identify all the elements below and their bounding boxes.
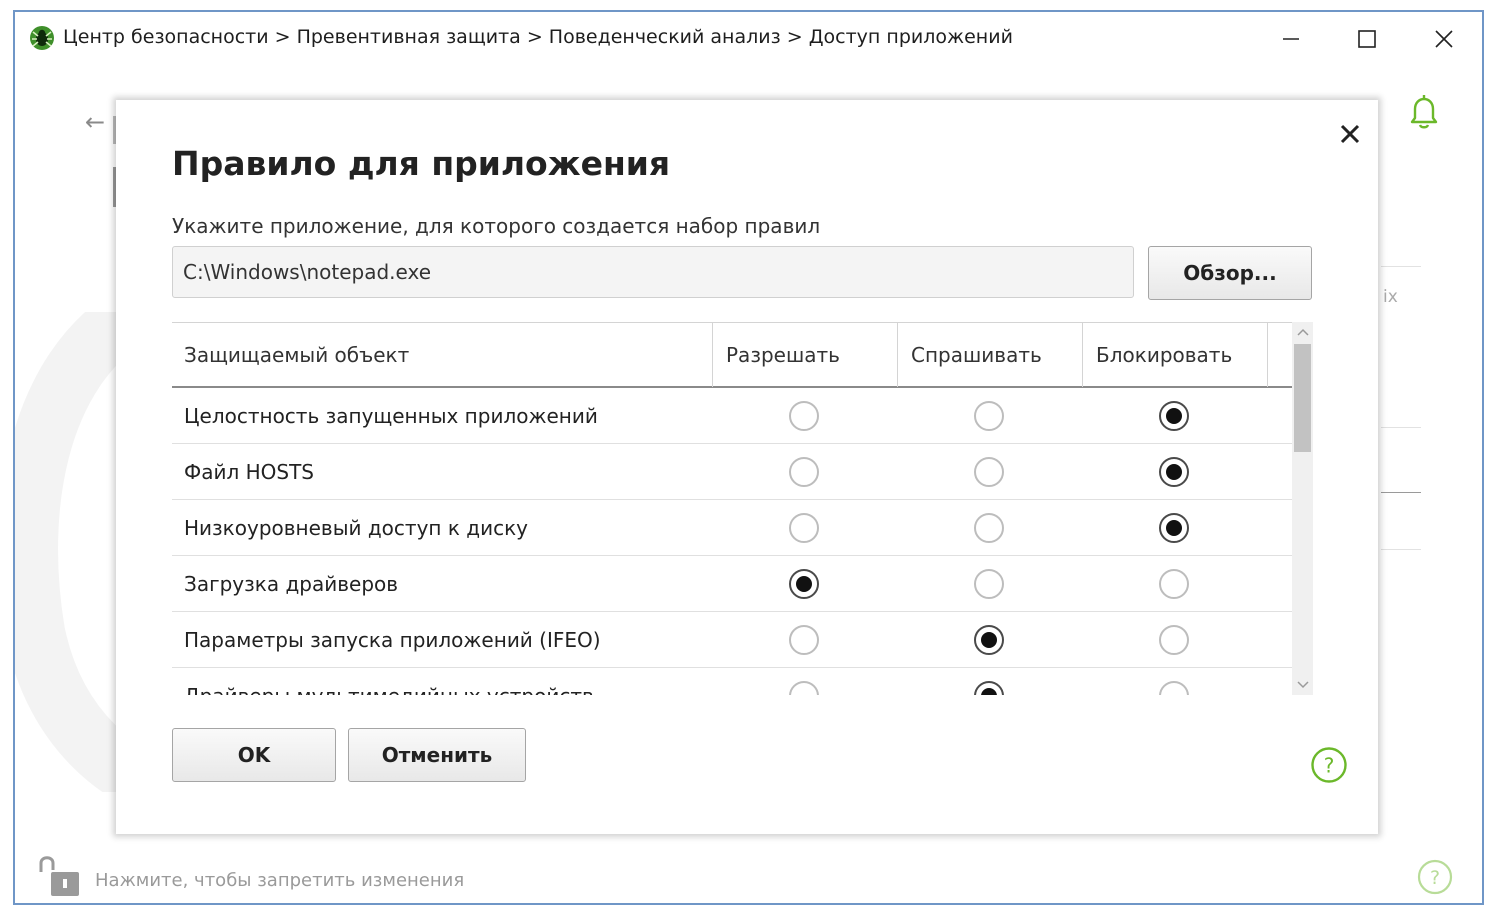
- maximize-icon: [1358, 30, 1376, 48]
- table-scrollbar[interactable]: [1292, 322, 1313, 695]
- radio-allow[interactable]: [789, 401, 819, 431]
- table-row: Низкоуровневый доступ к диску: [172, 500, 1292, 556]
- row-object-label: Параметры запуска приложений (IFEO): [184, 628, 601, 652]
- application-path-input[interactable]: [172, 246, 1134, 298]
- close-icon: [1340, 124, 1360, 144]
- rules-table: Защищаемый объект Разрешать Спрашивать Б…: [172, 322, 1313, 695]
- radio-allow[interactable]: [789, 681, 819, 695]
- maximize-button[interactable]: [1347, 22, 1387, 56]
- background-partial-text: іх: [1383, 287, 1398, 307]
- scroll-down-button[interactable]: [1292, 675, 1313, 695]
- radio-block[interactable]: [1159, 625, 1189, 655]
- application-rule-dialog: Правило для приложения Укажите приложени…: [116, 100, 1378, 834]
- svg-text:?: ?: [1324, 754, 1335, 778]
- radio-ask[interactable]: [974, 513, 1004, 543]
- cancel-button[interactable]: Отменить: [348, 728, 526, 782]
- row-object-label: Драйверы мультимедийных устройств: [184, 668, 594, 695]
- chevron-up-icon: [1296, 328, 1309, 336]
- ok-button[interactable]: OK: [172, 728, 336, 782]
- background-divider: [1381, 492, 1421, 493]
- close-window-button[interactable]: [1424, 22, 1464, 56]
- column-header-allow: Разрешать: [726, 343, 840, 367]
- table-row: Загрузка драйверов: [172, 556, 1292, 612]
- scrollbar-thumb[interactable]: [1294, 344, 1311, 452]
- column-header-block: Блокировать: [1096, 343, 1233, 367]
- radio-ask[interactable]: [974, 681, 1004, 695]
- dialog-subtitle: Укажите приложение, для которого создает…: [172, 214, 821, 238]
- chevron-down-icon: [1296, 681, 1309, 689]
- radio-allow[interactable]: [789, 569, 819, 599]
- scroll-up-button[interactable]: [1292, 322, 1313, 342]
- radio-block[interactable]: [1159, 401, 1189, 431]
- column-header-ask: Спрашивать: [911, 343, 1042, 367]
- row-object-label: Файл HOSTS: [184, 460, 314, 484]
- minimize-icon: [1283, 38, 1299, 40]
- minimize-button[interactable]: [1271, 22, 1311, 56]
- unlocked-padlock-icon[interactable]: [37, 850, 87, 900]
- radio-allow[interactable]: [789, 625, 819, 655]
- radio-allow[interactable]: [789, 457, 819, 487]
- radio-ask[interactable]: [974, 457, 1004, 487]
- column-separator: [712, 323, 713, 387]
- table-row: Целостность запущенных приложений: [172, 388, 1292, 444]
- table-row: Параметры запуска приложений (IFEO): [172, 612, 1292, 668]
- row-object-label: Загрузка драйверов: [184, 572, 399, 596]
- background-divider: [1381, 427, 1421, 428]
- window-title-breadcrumb: Центр безопасности > Превентивная защита…: [63, 26, 1013, 48]
- column-separator: [897, 323, 898, 387]
- help-icon[interactable]: ?: [1310, 746, 1348, 784]
- table-header: Защищаемый объект Разрешать Спрашивать Б…: [172, 322, 1292, 388]
- table-row: Драйверы мультимедийных устройств: [172, 668, 1292, 695]
- back-arrow-icon[interactable]: ←: [85, 108, 105, 136]
- background-divider: [1381, 266, 1421, 267]
- dialog-close-button[interactable]: [1336, 120, 1364, 148]
- radio-ask[interactable]: [974, 569, 1004, 599]
- title-bar: Центр безопасности > Превентивная защита…: [15, 12, 1482, 64]
- radio-ask[interactable]: [974, 625, 1004, 655]
- column-separator: [1267, 323, 1268, 387]
- browse-button[interactable]: Обзор...: [1148, 246, 1312, 300]
- radio-block[interactable]: [1159, 569, 1189, 599]
- row-object-label: Целостность запущенных приложений: [184, 404, 598, 428]
- radio-block[interactable]: [1159, 513, 1189, 543]
- svg-text:?: ?: [1430, 867, 1440, 889]
- column-separator: [1082, 323, 1083, 387]
- radio-allow[interactable]: [789, 513, 819, 543]
- column-header-object: Защищаемый объект: [184, 343, 410, 367]
- table-row: Файл HOSTS: [172, 444, 1292, 500]
- radio-ask[interactable]: [974, 401, 1004, 431]
- help-icon[interactable]: ?: [1417, 859, 1453, 895]
- dr-web-spider-icon: [30, 26, 54, 50]
- lock-changes-hint[interactable]: Нажмите, чтобы запретить изменения: [95, 870, 464, 891]
- radio-block[interactable]: [1159, 681, 1189, 695]
- background-divider: [1381, 549, 1421, 550]
- radio-block[interactable]: [1159, 457, 1189, 487]
- close-icon: [1435, 30, 1453, 48]
- notifications-bell-icon[interactable]: [1407, 92, 1441, 132]
- row-object-label: Низкоуровневый доступ к диску: [184, 516, 529, 540]
- dialog-title: Правило для приложения: [172, 144, 671, 183]
